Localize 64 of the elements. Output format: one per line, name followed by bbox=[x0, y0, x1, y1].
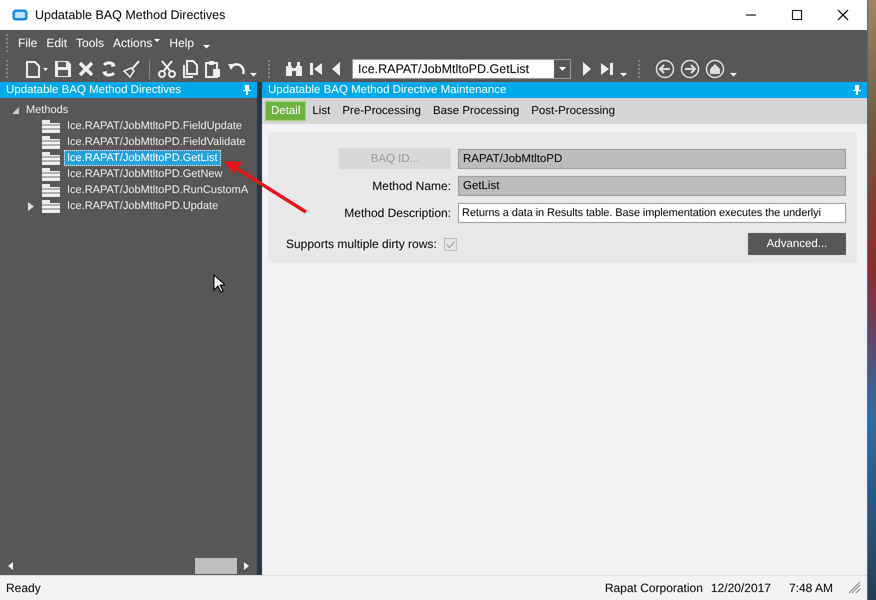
tree-node[interactable]: Ice.RAPAT/JobMtltoPD.Update bbox=[64, 198, 222, 214]
cut-icon[interactable] bbox=[158, 60, 176, 78]
brush-icon[interactable] bbox=[123, 60, 141, 78]
menu-item[interactable]: Edit bbox=[46, 36, 68, 50]
caret-icon[interactable] bbox=[558, 66, 566, 70]
pin-icon[interactable] bbox=[853, 85, 861, 95]
mouse-cursor-icon bbox=[213, 274, 225, 293]
tree-node[interactable]: Ice.RAPAT/JobMtltoPD.FieldValidate bbox=[64, 134, 249, 150]
window-title: Updatable BAQ Method Directives bbox=[35, 8, 226, 22]
overflow-chevron-icon[interactable] bbox=[730, 72, 737, 77]
status-text: Ready bbox=[6, 581, 41, 595]
home-icon[interactable] bbox=[705, 58, 725, 78]
save-icon[interactable] bbox=[54, 60, 72, 78]
expander-icon[interactable] bbox=[12, 106, 19, 114]
status-date: 12/20/2017 bbox=[710, 581, 771, 595]
tree-node[interactable]: Ice.RAPAT/JobMtltoPD.FieldUpdate bbox=[64, 118, 246, 134]
checkbox-label: Supports multiple dirty rows: bbox=[286, 237, 437, 251]
tab[interactable]: Pre-Processing bbox=[336, 101, 427, 121]
new-document-icon[interactable] bbox=[23, 60, 49, 78]
tab[interactable]: Post-Processing bbox=[525, 101, 621, 121]
tree-node[interactable]: Ice.RAPAT/JobMtltoPD.GetNew bbox=[64, 166, 226, 182]
scrollbar-thumb[interactable] bbox=[195, 558, 237, 574]
tree-node[interactable]: Ice.RAPAT/JobMtltoPD.RunCustomA bbox=[64, 182, 252, 198]
panel-title: Updatable BAQ Method Directives bbox=[6, 84, 182, 96]
folder-icon bbox=[42, 168, 60, 180]
advanced-button[interactable]: Advanced... bbox=[748, 233, 846, 255]
tab[interactable]: Base Processing bbox=[426, 101, 526, 121]
folder-icon bbox=[42, 120, 60, 132]
scroll-left-icon[interactable] bbox=[8, 562, 13, 570]
back-icon[interactable] bbox=[655, 58, 675, 78]
maximize-icon[interactable] bbox=[791, 9, 803, 21]
menu-item[interactable]: File bbox=[18, 36, 38, 50]
binoculars-icon[interactable] bbox=[285, 60, 303, 78]
folder-icon bbox=[42, 200, 60, 212]
refresh-icon[interactable] bbox=[100, 60, 118, 78]
overflow-chevron-icon[interactable] bbox=[250, 72, 257, 77]
company-name: Rapat Corporation bbox=[604, 581, 703, 595]
scroll-right-icon[interactable] bbox=[244, 562, 249, 570]
field-label: Method Name: bbox=[371, 179, 451, 193]
menu-item[interactable]: Help bbox=[169, 36, 194, 50]
folder-icon bbox=[42, 152, 60, 164]
menu-item[interactable]: Actions bbox=[113, 36, 160, 50]
folder-icon bbox=[42, 184, 60, 196]
folder-icon bbox=[42, 136, 60, 148]
status-time: 7:48 AM bbox=[788, 581, 833, 595]
caret-icon[interactable] bbox=[154, 38, 160, 42]
tab[interactable]: List bbox=[306, 101, 336, 121]
app-icon bbox=[12, 9, 28, 21]
copy-icon[interactable] bbox=[181, 60, 199, 78]
paste-icon[interactable] bbox=[204, 60, 222, 78]
method-description-field[interactable]: Returns a data in Results table. Base implementation executes the underlyi bbox=[458, 203, 846, 223]
record-combo[interactable]: Ice.RAPAT/JobMtltoPD.GetList bbox=[352, 58, 571, 78]
close-icon[interactable] bbox=[837, 9, 849, 21]
panel-title: Updatable BAQ Method Directive Maintenance bbox=[268, 84, 506, 96]
forward-icon[interactable] bbox=[680, 58, 700, 78]
tree-node[interactable]: Methods bbox=[26, 104, 68, 116]
overflow-chevron-icon[interactable] bbox=[203, 44, 210, 49]
expander-icon[interactable] bbox=[28, 202, 34, 210]
pin-icon[interactable] bbox=[243, 85, 251, 95]
field-label: Method Description: bbox=[343, 206, 451, 220]
delete-icon[interactable] bbox=[77, 60, 95, 78]
resize-grip-icon[interactable] bbox=[849, 582, 861, 594]
menu-item[interactable]: Tools bbox=[76, 36, 104, 50]
overflow-chevron-icon[interactable] bbox=[620, 72, 627, 77]
